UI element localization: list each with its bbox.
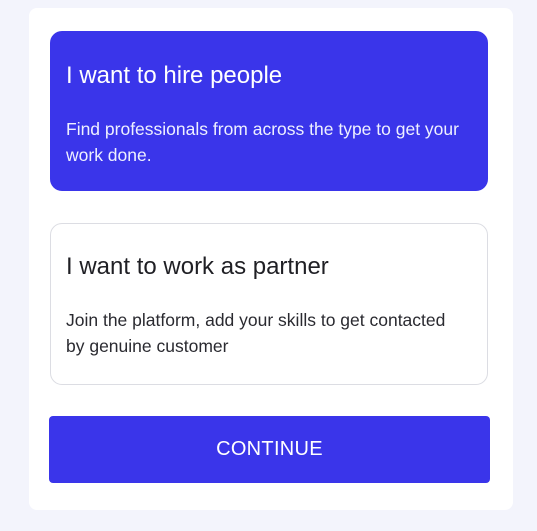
hire-people-option-description: Find professionals from across the type … <box>66 119 459 165</box>
continue-button[interactable]: CONTINUE <box>49 416 490 483</box>
work-as-partner-option-description: Join the platform, add your skills to ge… <box>66 310 446 356</box>
work-as-partner-option-card[interactable]: I want to work as partner Join the platf… <box>50 223 488 385</box>
hire-people-option-card[interactable]: I want to hire people Find professionals… <box>50 31 488 191</box>
hire-people-option-title: I want to hire people <box>66 62 283 89</box>
work-as-partner-option-title: I want to work as partner <box>66 253 329 280</box>
role-selection-panel: I want to hire people Find professionals… <box>29 8 513 510</box>
